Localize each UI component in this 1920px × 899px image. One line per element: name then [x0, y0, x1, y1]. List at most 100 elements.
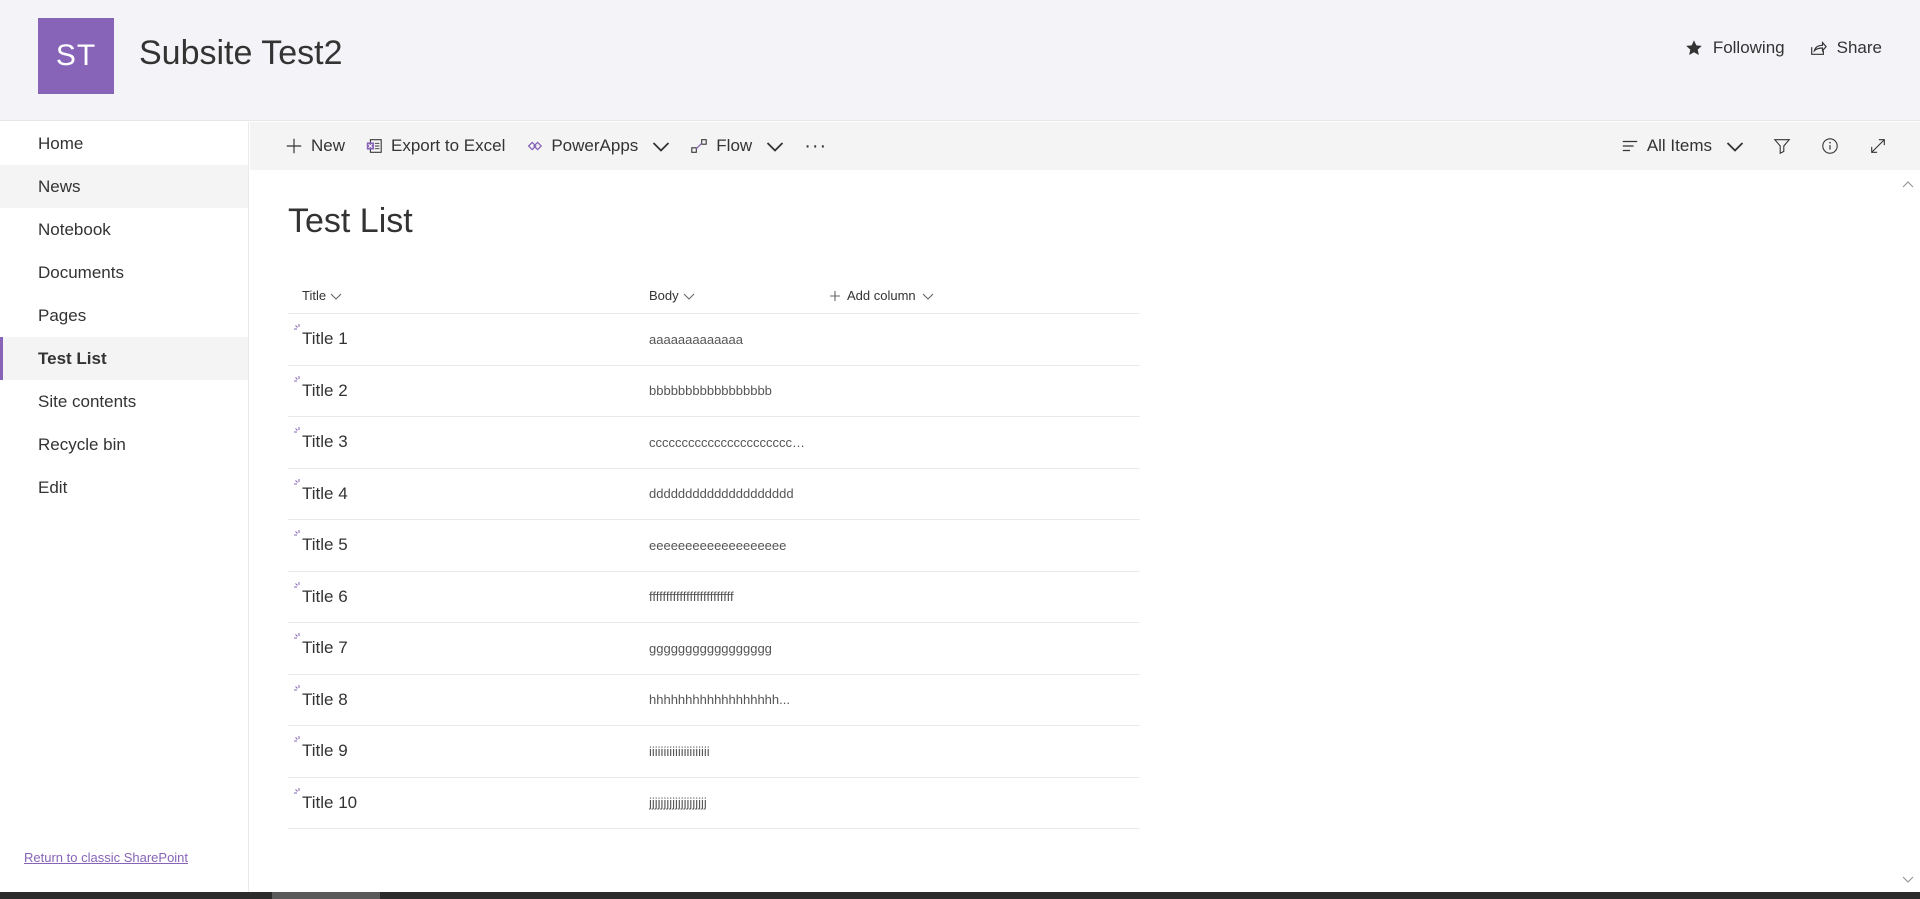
- scroll-up-icon[interactable]: [1901, 178, 1915, 192]
- plus-icon: [286, 138, 302, 154]
- row-title[interactable]: Title 7: [288, 638, 649, 658]
- new-button[interactable]: New: [275, 122, 355, 170]
- row-body: hhhhhhhhhhhhhhhhhh...: [649, 692, 790, 708]
- add-column-button[interactable]: Add column: [829, 288, 934, 303]
- header-actions: Following Share: [1685, 38, 1882, 58]
- new-item-icon: [294, 530, 300, 536]
- list-view-icon: [1622, 140, 1638, 152]
- row-title[interactable]: Title 3: [288, 432, 649, 452]
- new-item-icon: [294, 684, 300, 690]
- flow-button[interactable]: Flow: [680, 122, 794, 170]
- fullscreen-button[interactable]: [1858, 126, 1898, 166]
- column-title-label: Title: [302, 288, 327, 303]
- grid-header: Title Body Add column: [288, 278, 1140, 314]
- row-title[interactable]: Title 9: [288, 741, 649, 761]
- row-title[interactable]: Title 2: [288, 381, 649, 401]
- site-title[interactable]: Subsite Test2: [139, 34, 343, 73]
- return-to-classic-link[interactable]: Return to classic SharePoint: [24, 850, 188, 865]
- nav-item-recycle-bin[interactable]: Recycle bin: [0, 423, 248, 466]
- scroll-down-icon[interactable]: [1901, 872, 1915, 886]
- main-content: Test List Title Body Add column Title 1 …: [250, 170, 1895, 892]
- row-body: dddddddddddddddddddd: [649, 486, 794, 502]
- list-row[interactable]: Title 3 ccccccccccccccccccccccc...: [288, 417, 1140, 469]
- nav-item-site-contents[interactable]: Site contents: [0, 380, 248, 423]
- row-body: ggggggggggggggggg: [649, 640, 772, 656]
- list-row[interactable]: Title 8 hhhhhhhhhhhhhhhhhh...: [288, 675, 1140, 726]
- left-navigation: Home News Notebook Documents Pages Test …: [0, 122, 249, 892]
- row-title[interactable]: Title 5: [288, 535, 649, 555]
- site-logo[interactable]: ST: [38, 18, 114, 94]
- nav-item-notebook[interactable]: Notebook: [0, 208, 248, 251]
- nav-item-edit[interactable]: Edit: [0, 466, 248, 509]
- command-bar-left: New Export to Excel PowerApps Flow ···: [250, 122, 837, 170]
- powerapps-icon: [528, 141, 543, 151]
- vertical-scrollbar[interactable]: [1895, 170, 1920, 892]
- column-header-title[interactable]: Title: [288, 288, 649, 303]
- nav-item-pages[interactable]: Pages: [0, 294, 248, 337]
- list-title: Test List: [288, 202, 413, 240]
- chevron-down-icon: [683, 293, 695, 300]
- new-item-icon: [294, 427, 300, 433]
- share-button[interactable]: Share: [1809, 38, 1882, 58]
- new-label: New: [311, 136, 346, 155]
- column-header-body[interactable]: Body: [649, 288, 829, 303]
- export-label: Export to Excel: [391, 136, 506, 155]
- row-body: aaaaaaaaaaaaa: [649, 331, 743, 347]
- plus-icon: [830, 290, 840, 301]
- row-body: ccccccccccccccccccccccc...: [649, 434, 809, 450]
- new-item-icon: [294, 375, 300, 381]
- flow-icon: [691, 139, 708, 153]
- site-header: ST Subsite Test2 Following Share: [0, 0, 1920, 121]
- new-item-icon: [294, 787, 300, 793]
- export-to-excel-button[interactable]: Export to Excel: [355, 122, 515, 170]
- row-body: bbbbbbbbbbbbbbbbb: [649, 383, 772, 399]
- chevron-down-icon: [653, 142, 670, 152]
- following-button[interactable]: Following: [1685, 38, 1785, 58]
- chevron-down-icon: [1726, 142, 1744, 152]
- list-row[interactable]: Title 6 fffffffffffffffffffffffff: [288, 572, 1140, 623]
- more-button[interactable]: ···: [794, 122, 837, 170]
- row-body: eeeeeeeeeeeeeeeeeee: [649, 537, 787, 553]
- list-grid: Title Body Add column Title 1 aaaaaaaaaa…: [288, 278, 1140, 829]
- powerapps-button[interactable]: PowerApps: [515, 122, 680, 170]
- filter-button[interactable]: [1762, 126, 1802, 166]
- row-title[interactable]: Title 8: [288, 690, 649, 710]
- chevron-down-icon: [330, 293, 342, 300]
- row-title[interactable]: Title 1: [288, 329, 649, 349]
- flow-label: Flow: [716, 136, 753, 155]
- taskbar-segment: [272, 892, 380, 899]
- list-row[interactable]: Title 10 jjjjjjjjjjjjjjjjjjjj: [288, 778, 1140, 829]
- list-row[interactable]: Title 1 aaaaaaaaaaaaa: [288, 314, 1140, 366]
- row-title[interactable]: Title 4: [288, 484, 649, 504]
- row-title[interactable]: Title 6: [288, 587, 649, 607]
- list-row[interactable]: Title 7 ggggggggggggggggg: [288, 623, 1140, 675]
- nav-item-home[interactable]: Home: [0, 122, 248, 165]
- command-bar: New Export to Excel PowerApps Flow ··· A…: [250, 122, 1920, 170]
- list-row[interactable]: Title 4 dddddddddddddddddddd: [288, 469, 1140, 520]
- nav-item-documents[interactable]: Documents: [0, 251, 248, 294]
- following-label: Following: [1712, 38, 1785, 57]
- row-title[interactable]: Title 10: [288, 793, 649, 813]
- taskbar-strip: [0, 892, 1920, 899]
- share-icon: [1810, 41, 1827, 55]
- chevron-down-icon: [922, 293, 934, 300]
- row-body: fffffffffffffffffffffffff: [649, 589, 734, 605]
- expand-icon: [1871, 139, 1885, 153]
- view-selector[interactable]: All Items: [1611, 122, 1754, 170]
- add-column-label: Add column: [847, 288, 916, 303]
- nav-item-test-list[interactable]: Test List: [0, 337, 248, 380]
- list-row[interactable]: Title 2 bbbbbbbbbbbbbbbbb: [288, 366, 1140, 417]
- list-row[interactable]: Title 5 eeeeeeeeeeeeeeeeeee: [288, 520, 1140, 572]
- list-row[interactable]: Title 9 iiiiiiiiiiiiiiiiiiiii: [288, 726, 1140, 778]
- row-body: iiiiiiiiiiiiiiiiiiiii: [649, 743, 710, 759]
- new-item-icon: [294, 736, 300, 742]
- chevron-down-icon: [767, 142, 784, 152]
- command-bar-right: All Items: [1611, 122, 1898, 170]
- more-icon: ···: [804, 134, 828, 157]
- nav-item-news[interactable]: News: [0, 165, 248, 208]
- info-button[interactable]: [1810, 126, 1850, 166]
- column-body-label: Body: [649, 288, 679, 303]
- new-item-icon: [294, 633, 300, 639]
- new-item-icon: [294, 324, 300, 330]
- new-item-icon: [294, 581, 300, 587]
